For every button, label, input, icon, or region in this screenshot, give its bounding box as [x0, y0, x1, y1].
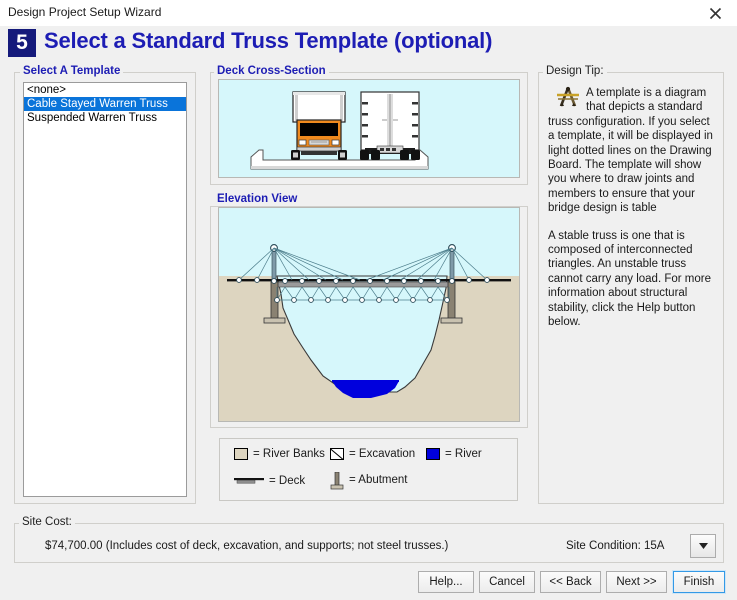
design-tip-body: A template is a diagram that depicts a s… — [548, 86, 716, 330]
legend-item-excavation: = Excavation — [330, 448, 415, 460]
legend-label: = River — [445, 448, 482, 460]
back-button[interactable]: << Back — [540, 571, 601, 593]
stay-cables-left — [238, 247, 361, 281]
river-banks-swatch — [234, 448, 248, 460]
next-button[interactable]: Next >> — [606, 571, 667, 593]
chevron-down-icon — [698, 543, 708, 549]
site-cost-label: Site Cost: — [19, 516, 75, 528]
legend-label: = Excavation — [349, 448, 416, 460]
window-title: Design Project Setup Wizard — [8, 5, 162, 19]
legend-item-river: = River — [426, 448, 482, 460]
stay-cables-right — [365, 247, 488, 281]
list-item[interactable]: Suspended Warren Truss — [24, 111, 186, 125]
legend-label: = Deck — [269, 475, 306, 487]
list-item[interactable]: <none> — [24, 83, 186, 97]
template-group-label: Select A Template — [20, 65, 124, 77]
deck-swatch-icon — [234, 478, 264, 484]
help-button[interactable]: Help... — [418, 571, 474, 593]
list-item[interactable]: Cable Stayed Warren Truss — [24, 97, 186, 111]
elevation-view-svg — [219, 244, 519, 421]
design-tip-paragraph-2: A stable truss is one that is composed o… — [548, 229, 711, 329]
excavation-swatch — [330, 448, 344, 460]
drafting-compass-svg — [557, 86, 579, 107]
trailer-rear-view — [360, 91, 420, 160]
design-tip-label: Design Tip: — [543, 65, 607, 77]
template-listbox[interactable]: <none> Cable Stayed Warren Truss Suspend… — [23, 82, 187, 497]
legend-item-river-banks: = River Banks — [234, 448, 325, 460]
deck-cross-section-diagram — [218, 79, 520, 178]
step-number-badge: 5 — [8, 29, 36, 57]
window-title-bar: Design Project Setup Wizard — [0, 0, 737, 27]
truck-front-view — [291, 91, 347, 160]
legend-label: = Abutment — [349, 474, 408, 486]
legend-item-deck: = Deck — [234, 475, 305, 487]
abutment-swatch-icon — [330, 471, 344, 490]
river-swatch — [426, 448, 440, 460]
deck-cross-section-label: Deck Cross-Section — [214, 65, 329, 77]
close-button[interactable] — [693, 0, 737, 26]
site-condition-value: Site Condition: 15A — [566, 540, 665, 552]
legend-item-abutment: = Abutment — [330, 471, 408, 490]
elevation-view-label: Elevation View — [214, 193, 301, 205]
drafting-compass-icon — [554, 86, 582, 110]
deck-cross-section-svg — [250, 91, 429, 170]
legend-box: = River Banks = Excavation = River = Dec… — [219, 438, 518, 501]
legend-label: = River Banks — [253, 448, 325, 460]
abutment-swatch — [330, 471, 344, 490]
close-icon — [709, 7, 721, 19]
site-condition-dropdown-button[interactable] — [690, 534, 716, 558]
deck-swatch — [234, 476, 264, 486]
site-cost-value: $74,700.00 (Includes cost of deck, excav… — [45, 540, 449, 552]
finish-button[interactable]: Finish — [672, 570, 726, 594]
elevation-view-diagram — [218, 207, 520, 422]
page-title: Select a Standard Truss Template (option… — [44, 28, 493, 53]
cancel-button[interactable]: Cancel — [479, 571, 535, 593]
